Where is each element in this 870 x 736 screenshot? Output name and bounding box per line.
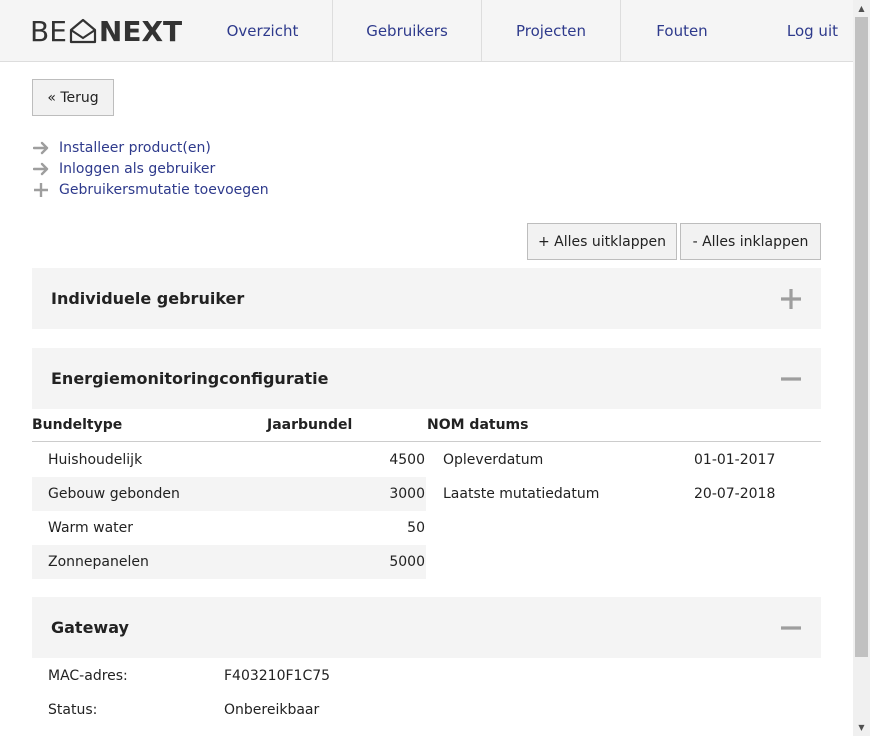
scroll-up-arrow-icon[interactable]: ▲ xyxy=(853,0,870,17)
collapse-minus-icon[interactable] xyxy=(780,617,802,639)
nom-date: 20-07-2018 xyxy=(694,486,776,502)
gateway-mac-value: F403210F1C75 xyxy=(224,668,331,684)
gateway-status-value: Onbereikbaar xyxy=(224,702,320,718)
plus-icon xyxy=(32,181,50,199)
gateway-mac-label: MAC-adres: xyxy=(48,668,128,684)
nom-row: Laatste mutatiedatum 20-07-2018 xyxy=(427,477,821,511)
section-individual-user[interactable]: Individuele gebruiker xyxy=(32,268,821,329)
scrollbar-thumb[interactable] xyxy=(855,17,868,657)
logo-text-left: BE xyxy=(30,14,67,48)
section-title: Energiemonitoringconfiguratie xyxy=(51,369,329,388)
column-header-bundeltype: Bundeltype xyxy=(32,417,123,433)
house-envelope-icon xyxy=(69,18,97,44)
scroll-down-arrow-icon[interactable]: ▼ xyxy=(853,719,870,736)
section-gateway[interactable]: Gateway xyxy=(32,597,821,658)
action-label[interactable]: Inloggen als gebruiker xyxy=(59,161,215,177)
logout-link[interactable]: Log uit xyxy=(760,0,838,62)
table-row: Huishoudelijk 4500 xyxy=(32,443,426,477)
bundle-value: 4500 xyxy=(389,452,425,468)
section-energy-monitoring[interactable]: Energiemonitoringconfiguratie xyxy=(32,348,821,409)
table-row: Zonnepanelen 5000 xyxy=(32,545,426,579)
action-label[interactable]: Gebruikersmutatie toevoegen xyxy=(59,182,269,198)
back-button[interactable]: « Terug xyxy=(32,79,114,116)
action-label[interactable]: Installeer product(en) xyxy=(59,140,211,156)
action-add-user-mutation[interactable]: Gebruikersmutatie toevoegen xyxy=(32,180,269,200)
bundle-type: Warm water xyxy=(48,520,134,536)
column-header-nom-datums: NOM datums xyxy=(427,417,529,433)
table-row: Gebouw gebonden 3000 xyxy=(32,477,426,511)
nav-overzicht[interactable]: Overzicht xyxy=(193,0,332,62)
nom-label: Laatste mutatiedatum xyxy=(443,486,600,502)
action-install-products[interactable]: Installeer product(en) xyxy=(32,138,211,158)
section-title: Gateway xyxy=(51,618,129,637)
bundle-value: 5000 xyxy=(389,554,425,570)
column-header-jaarbundel: Jaarbundel xyxy=(267,417,353,433)
action-login-as-user[interactable]: Inloggen als gebruiker xyxy=(32,159,215,179)
bundle-value: 3000 xyxy=(389,486,425,502)
bundle-type: Huishoudelijk xyxy=(48,452,143,468)
section-title: Individuele gebruiker xyxy=(51,289,245,308)
nav-projecten[interactable]: Projecten xyxy=(482,0,620,62)
nom-row: Opleverdatum 01-01-2017 xyxy=(427,443,821,477)
collapse-minus-icon[interactable] xyxy=(780,368,802,390)
benext-logo[interactable]: BE NEXT xyxy=(30,14,182,48)
nom-date: 01-01-2017 xyxy=(694,452,776,468)
expand-plus-icon[interactable] xyxy=(780,288,802,310)
logo-text-right: NEXT xyxy=(98,14,183,48)
collapse-all-button[interactable]: - Alles inklappen xyxy=(680,223,821,260)
table-row: Warm water 50 xyxy=(32,511,426,545)
bundle-type: Zonnepanelen xyxy=(48,554,149,570)
arrow-right-icon xyxy=(32,139,50,157)
table-header-divider xyxy=(32,441,821,442)
gateway-status-label: Status: xyxy=(48,702,98,718)
nav-gebruikers[interactable]: Gebruikers xyxy=(333,0,481,62)
bundle-type: Gebouw gebonden xyxy=(48,486,180,502)
arrow-right-icon xyxy=(32,160,50,178)
bundle-value: 50 xyxy=(407,520,425,536)
nom-label: Opleverdatum xyxy=(443,452,544,468)
vertical-scrollbar[interactable]: ▲ ▼ xyxy=(853,0,870,736)
expand-all-button[interactable]: + Alles uitklappen xyxy=(527,223,677,260)
nav-fouten[interactable]: Fouten xyxy=(621,0,743,62)
top-navigation-bar: BE NEXT Overzicht Gebruikers Projecten F… xyxy=(0,0,853,62)
